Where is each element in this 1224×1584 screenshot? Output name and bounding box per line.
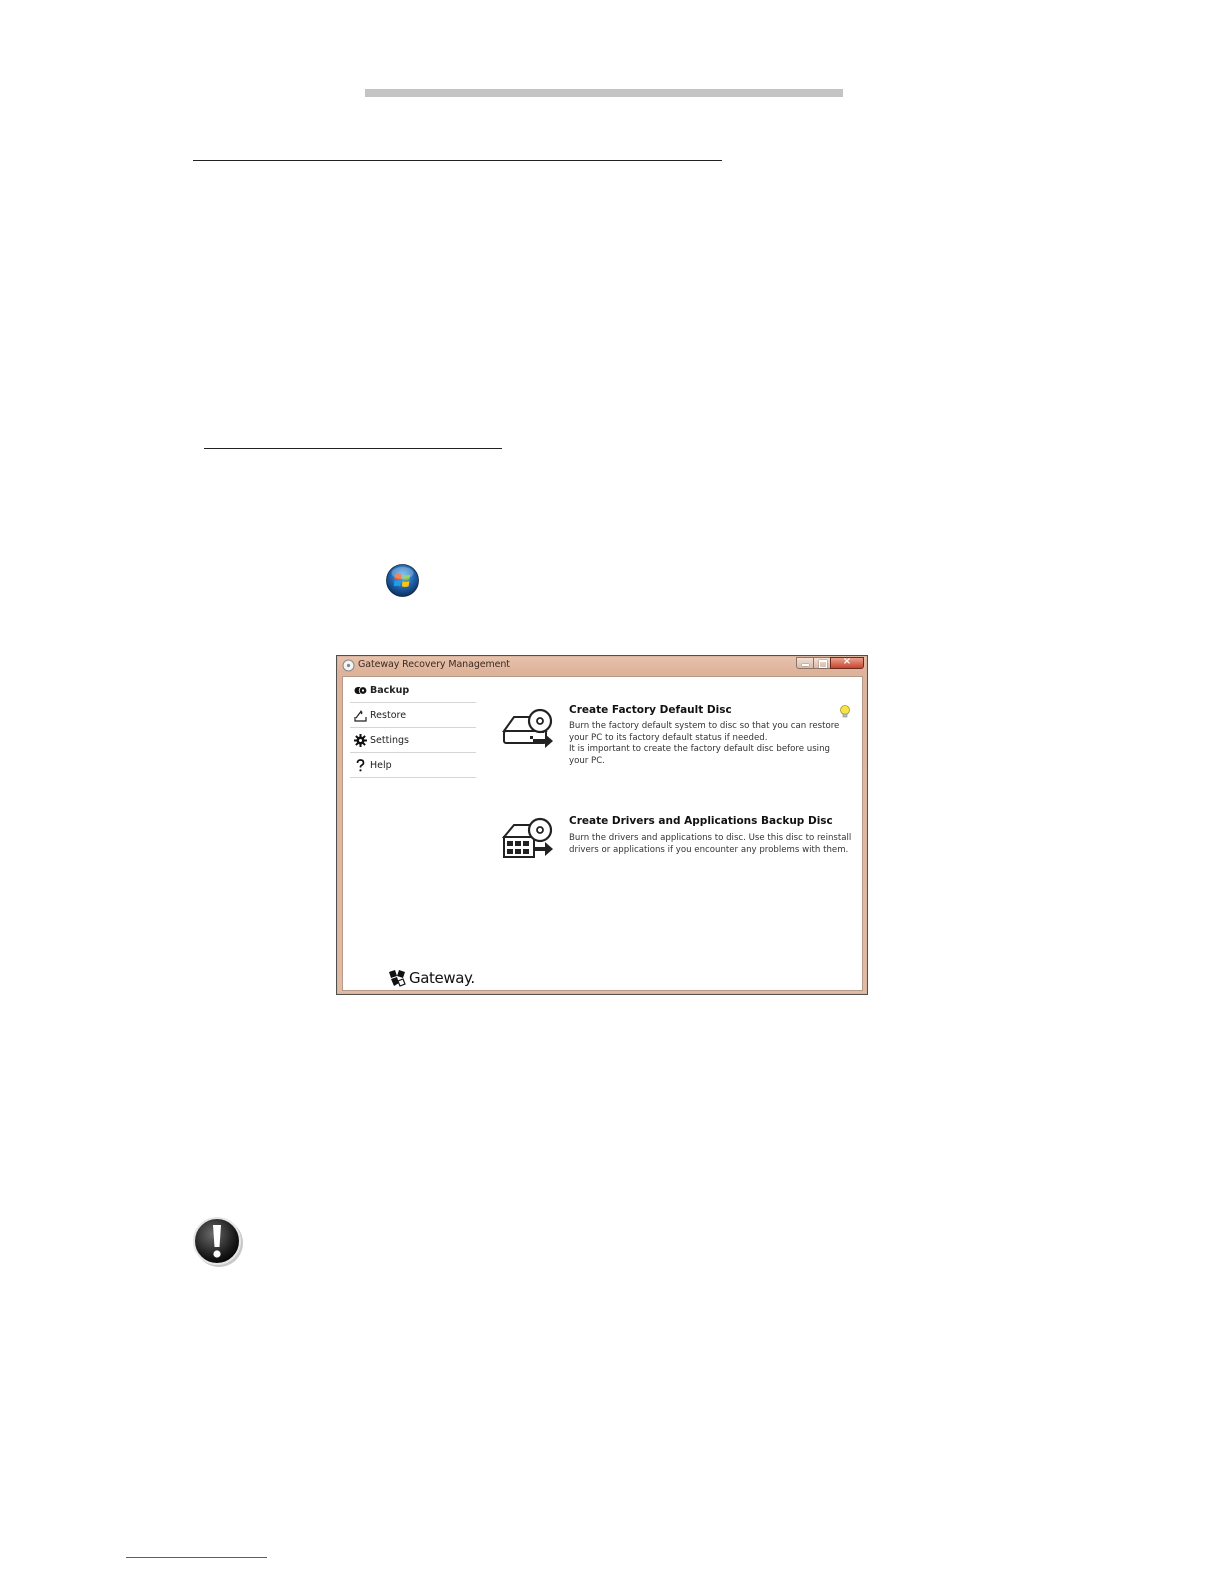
factory-disc-icon[interactable] (500, 703, 556, 753)
sidebar-item-restore[interactable]: Restore (350, 704, 476, 728)
recovery-management-window: Gateway Recovery Management × Backup Res… (336, 655, 868, 995)
exclamation-warning-icon (193, 1217, 243, 1267)
maximize-button[interactable] (813, 657, 831, 669)
gateway-logo-text: Gateway. (409, 969, 475, 987)
header-bar (365, 89, 843, 97)
subsection-rule (204, 448, 502, 449)
window-title: Gateway Recovery Management (358, 659, 510, 670)
description-line: your PC to its factory default status if… (569, 732, 768, 743)
task-description: Burn the factory default system to disc … (569, 721, 840, 768)
window-client-area: Backup Restore Settings Help Create Fact… (342, 676, 863, 991)
close-button[interactable]: × (830, 656, 864, 669)
app-icon (342, 659, 355, 672)
restore-icon (354, 710, 367, 722)
minimize-button[interactable] (796, 657, 814, 669)
gear-icon (354, 734, 367, 747)
windows-start-orb-icon (386, 564, 419, 597)
description-line: It is important to create the factory de… (569, 744, 830, 755)
sidebar-item-label: Help (370, 760, 392, 771)
backup-disc-icon (354, 686, 367, 695)
description-line: drivers or applications if you encounter… (569, 844, 849, 855)
sidebar-item-backup[interactable]: Backup (350, 679, 476, 703)
sidebar-item-label: Restore (370, 710, 407, 721)
footer-rule (126, 1557, 267, 1558)
task-title[interactable]: Create Drivers and Applications Backup D… (569, 815, 833, 827)
close-icon: × (842, 656, 852, 667)
sidebar-item-label: Backup (370, 685, 410, 696)
sidebar-item-label: Settings (370, 735, 409, 746)
task-title[interactable]: Create Factory Default Disc (569, 704, 732, 716)
task-description: Burn the drivers and applications to dis… (569, 833, 852, 856)
sidebar-item-help[interactable]: Help (350, 754, 476, 778)
lightbulb-icon[interactable] (839, 705, 851, 719)
description-line: Burn the drivers and applications to dis… (569, 833, 852, 843)
gateway-logo-icon (389, 970, 406, 987)
title-bar[interactable]: Gateway Recovery Management × (337, 656, 867, 675)
sidebar-item-settings[interactable]: Settings (350, 729, 476, 753)
description-line: Burn the factory default system to disc … (569, 721, 840, 731)
question-icon (356, 759, 365, 772)
section-rule (193, 160, 722, 161)
description-line: your PC. (569, 756, 605, 767)
drivers-disc-icon[interactable] (500, 815, 556, 865)
